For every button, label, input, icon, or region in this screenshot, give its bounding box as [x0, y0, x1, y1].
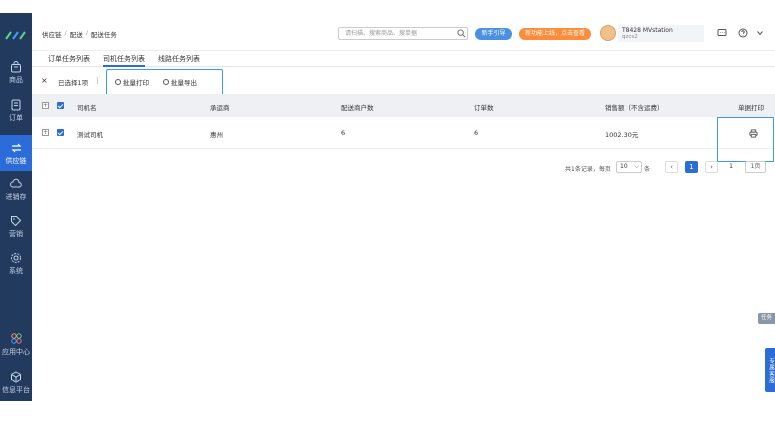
col-sales: 销售额（不含运费）	[605, 104, 664, 112]
goto-page-input[interactable]: 1	[724, 161, 738, 173]
tab-route-tasks[interactable]: 线路任务列表	[158, 54, 200, 64]
sidebar-item-app-center[interactable]: 应用中心	[0, 328, 32, 360]
task-tabs: 订单任务列表 司机任务列表 线路任务列表	[32, 52, 775, 67]
tag-icon	[9, 214, 23, 228]
printer-icon[interactable]	[749, 129, 758, 138]
cell-merchants: 6	[341, 129, 346, 137]
sidebar-item-info-platform[interactable]: 信息平台	[0, 366, 32, 398]
breadcrumb: 供应链 / 配送 / 配送任务	[42, 29, 117, 39]
sidebar-item-label: 系统	[9, 266, 23, 275]
app-logo	[5, 31, 26, 40]
sidebar: 商品 订单 供应链 进销存 营销 系统 应用中心 信息平台	[0, 13, 32, 401]
chevron-down-icon[interactable]	[754, 28, 765, 39]
info-platform-icon	[9, 370, 23, 384]
user-switcher[interactable]: T8428 MVstation qzcs2	[618, 25, 704, 42]
table-header: + 司机名 承运商 配送商户数 订单数 销售额（不含运费） 单据打印	[32, 94, 775, 117]
breadcrumb-item: 配送任务	[90, 31, 117, 39]
tab-order-tasks[interactable]: 订单任务列表	[48, 54, 90, 64]
shopping-bag-icon	[9, 60, 23, 74]
sidebar-item-label: 订单	[9, 113, 23, 122]
selected-count: 已选择1项	[58, 79, 89, 87]
page-button-current[interactable]: 1	[685, 161, 698, 173]
task-float-button[interactable]: 任务	[758, 313, 775, 324]
col-merchants: 配送商户数	[341, 104, 374, 112]
search-input[interactable]: 请扫描、搜索商品、搜单据	[338, 27, 468, 40]
sidebar-item-label: 进销存	[5, 192, 27, 201]
page-size-unit: 条	[644, 166, 651, 173]
gear-small-icon	[115, 79, 121, 85]
batch-print-button[interactable]: 批量打印	[115, 77, 149, 87]
page-size-select[interactable]: 10 ⌵	[616, 161, 642, 173]
print-highlight-box	[717, 117, 774, 162]
sidebar-item-label: 供应链	[5, 156, 27, 165]
sidebar-item-supply-chain[interactable]: 供应链	[0, 135, 32, 171]
user-account: qzcs2	[622, 34, 638, 40]
prev-page-button[interactable]: ‹	[665, 161, 678, 173]
goto-page-button[interactable]: 1页	[745, 161, 766, 173]
select-all-checkbox[interactable]	[57, 102, 64, 109]
sidebar-item-label: 信息平台	[2, 385, 30, 394]
row-checkbox[interactable]	[57, 129, 64, 136]
new-feature-button[interactable]: 新功能上线，点击查看	[519, 28, 591, 40]
cell-sales: 1002.30元	[605, 131, 639, 139]
expand-all-icon[interactable]: +	[42, 102, 49, 109]
col-driver: 司机名	[77, 104, 97, 112]
breadcrumb-item[interactable]: 供应链	[42, 29, 62, 39]
sidebar-item-label: 商品	[9, 75, 23, 84]
guide-button[interactable]: 新手引导	[475, 28, 512, 40]
batch-export-button[interactable]: 批量导出	[163, 77, 197, 87]
col-carrier: 承运商	[210, 104, 230, 112]
expand-row-icon[interactable]: +	[42, 129, 49, 136]
sidebar-item-marketing[interactable]: 营销	[0, 210, 32, 242]
sidebar-item-system[interactable]: 系统	[0, 247, 32, 279]
sidebar-item-label: 应用中心	[2, 347, 30, 356]
sidebar-item-orders[interactable]: 订单	[0, 94, 32, 126]
top-header: 供应链 / 配送 / 配送任务 请扫描、搜索商品、搜单据 新手引导 新功能上线，…	[32, 13, 775, 51]
clear-selection-button[interactable]: ×	[41, 76, 48, 85]
order-list-icon	[9, 98, 23, 112]
search-icon[interactable]	[457, 29, 466, 38]
pagination: 共1条记录，每页 10 ⌵ 条 ‹ 1 › 1 1页	[32, 158, 775, 176]
batch-toolbar: × 已选择1项 批量打印 批量导出	[32, 68, 775, 99]
user-name: T8428 MVstation	[622, 27, 673, 34]
transfer-icon	[9, 141, 23, 155]
col-print: 单据打印	[738, 104, 764, 112]
total-records: 共1条记录，每页	[565, 166, 611, 173]
col-orders: 订单数	[474, 104, 494, 112]
message-icon[interactable]	[716, 28, 727, 39]
cell-carrier: 惠州	[210, 131, 223, 139]
table-row[interactable]: + 测试司机 惠州 6 6 1002.30元	[32, 117, 775, 149]
breadcrumb-item[interactable]: 配送	[70, 29, 83, 39]
cloud-inventory-icon	[9, 177, 23, 191]
chevron-down-icon: ⌵	[634, 163, 639, 170]
help-icon[interactable]	[737, 28, 748, 39]
divider	[97, 77, 98, 84]
avatar[interactable]	[600, 25, 616, 41]
cell-orders: 6	[474, 129, 479, 137]
sidebar-item-inventory[interactable]: 进销存	[0, 173, 32, 205]
support-float-button[interactable]: 专属客服	[765, 348, 775, 392]
gear-small-icon	[163, 79, 169, 85]
gear-icon	[9, 251, 23, 265]
tab-driver-tasks[interactable]: 司机任务列表	[103, 54, 145, 67]
apps-icon	[9, 332, 23, 346]
sidebar-item-goods[interactable]: 商品	[0, 56, 32, 88]
cell-driver: 测试司机	[77, 131, 103, 139]
next-page-button[interactable]: ›	[705, 161, 718, 173]
sidebar-item-label: 营销	[9, 229, 23, 238]
